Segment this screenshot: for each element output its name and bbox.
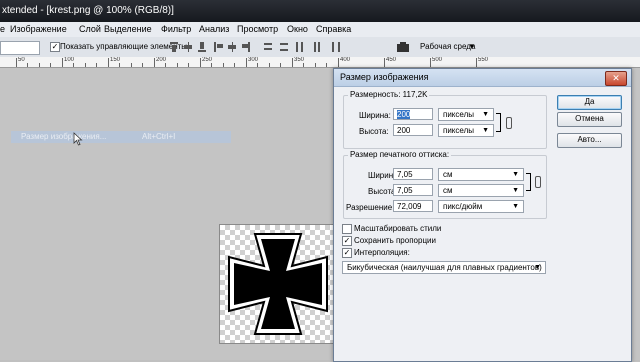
menu-view[interactable]: Просмотр (237, 23, 278, 35)
menu-bar: e Изображение Слой Выделение Фильтр Анал… (0, 22, 640, 38)
menu-select[interactable]: Выделение (104, 23, 152, 35)
chevron-down-icon: ▼ (534, 264, 541, 271)
menu-image[interactable]: Изображение (10, 23, 67, 35)
print-size-label: Размер печатного оттиска: (348, 150, 452, 159)
auto-button[interactable]: Авто... (557, 133, 622, 148)
chevron-down-icon: ▼ (512, 171, 519, 178)
ruler-label: 50 (18, 57, 25, 63)
ghost-menu-label: Размер изображения... (21, 132, 107, 141)
ruler-label: 550 (478, 57, 489, 63)
pixel-dimensions-label: Размерность: 117,2K (348, 90, 430, 99)
align-icons[interactable] (168, 40, 358, 54)
workspace-dropdown-icon[interactable]: ▼ (468, 42, 476, 51)
ghost-menu-shortcut: Alt+Ctrl+I (142, 132, 176, 141)
menu-help[interactable]: Справка (316, 23, 351, 35)
dialog-titlebar[interactable]: Размер изображения ✕ (334, 69, 631, 87)
resample-checkbox[interactable]: ✓ (342, 248, 352, 258)
print-width-unit-select[interactable]: см ▼ (438, 168, 524, 181)
resolution-label: Разрешение: (346, 203, 395, 212)
menu-filter[interactable]: Фильтр (161, 23, 191, 35)
image-size-dialog: Размер изображения ✕ Размерность: 117,2K… (333, 68, 632, 362)
menu-partial[interactable]: e (0, 23, 5, 35)
menu-layer[interactable]: Слой (79, 23, 101, 35)
print-height-unit-select[interactable]: см ▼ (438, 184, 524, 197)
chevron-down-icon: ▼ (512, 203, 519, 210)
resample-label[interactable]: Интерполяция: (354, 248, 410, 257)
menu-window[interactable]: Окно (287, 23, 308, 35)
pixel-dimensions-group (343, 95, 547, 149)
cancel-button[interactable]: Отмена (557, 112, 622, 127)
ghost-menu-item: Размер изображения... Alt+Ctrl+I (11, 131, 231, 143)
scale-styles-label[interactable]: Масштабировать стили (354, 224, 441, 233)
constrain-proportions-label[interactable]: Сохранить пропорции (354, 236, 436, 245)
height-input[interactable]: 200 (393, 124, 433, 136)
scale-styles-checkbox[interactable] (342, 224, 352, 234)
dialog-title: Размер изображения (340, 72, 429, 82)
ok-button[interactable]: Да (557, 95, 622, 110)
width-label: Ширина: (359, 111, 391, 120)
window-title: xtended - [krest.png @ 100% (RGB/8)] (2, 5, 174, 16)
height-unit-select[interactable]: пикселы ▼ (438, 124, 494, 137)
ruler-label: 400 (340, 57, 351, 63)
print-height-input[interactable]: 7,05 (393, 184, 433, 196)
chevron-down-icon: ▼ (512, 187, 519, 194)
link-bracket (496, 113, 501, 132)
chain-link-icon (535, 176, 541, 188)
chain-link-icon (506, 117, 512, 129)
resolution-unit-select[interactable]: пикс/дюйм ▼ (438, 200, 524, 213)
options-bar: ✓ Показать управляющие элементы Рабочая … (0, 37, 640, 58)
ruler-label: 500 (432, 57, 443, 63)
tool-preset-field[interactable] (0, 41, 40, 55)
constrain-proportions-checkbox[interactable]: ✓ (342, 236, 352, 246)
iron-cross-image (228, 233, 328, 335)
close-icon[interactable]: ✕ (605, 71, 627, 86)
document-canvas[interactable] (219, 224, 337, 344)
width-input[interactable]: 200 (393, 108, 433, 120)
menu-analysis[interactable]: Анализ (199, 23, 229, 35)
resolution-input[interactable]: 72,009 (393, 200, 433, 212)
app-titlebar: xtended - [krest.png @ 100% (RGB/8)] (0, 0, 640, 22)
workspace-icon[interactable] (396, 41, 410, 53)
chevron-down-icon: ▼ (482, 127, 489, 134)
width-unit-select[interactable]: пикселы ▼ (438, 108, 494, 121)
horizontal-ruler: 50 100 150 200 250 300 350 400 450 500 5… (0, 57, 640, 68)
resample-method-select[interactable]: Бикубическая (наилучшая для плавных град… (342, 261, 546, 274)
mouse-cursor-icon (73, 132, 83, 146)
show-controls-checkbox[interactable]: ✓ (50, 42, 60, 52)
height-label: Высота: (359, 127, 389, 136)
print-width-input[interactable]: 7,05 (393, 168, 433, 180)
link-bracket (526, 173, 531, 191)
ruler-label: 450 (386, 57, 397, 63)
chevron-down-icon: ▼ (482, 111, 489, 118)
